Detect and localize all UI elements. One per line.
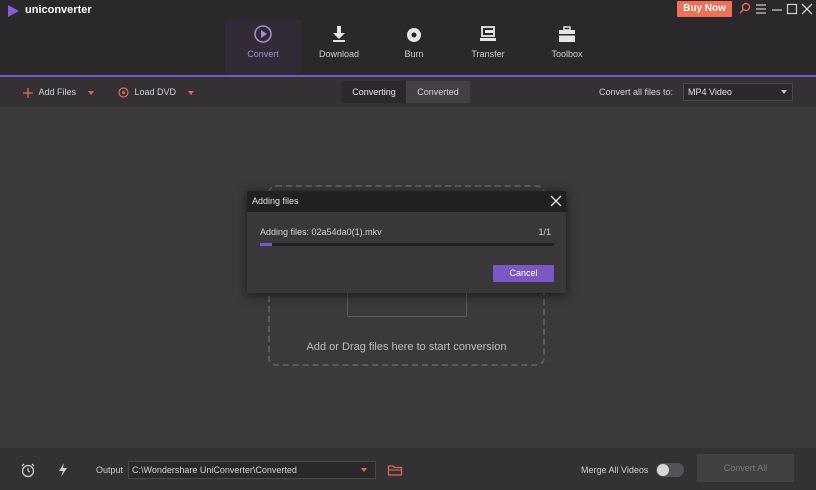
load-dvd-label: Load DVD — [134, 87, 177, 97]
convert-all-to-label: Convert all files to: — [599, 87, 674, 97]
toggle-knob — [657, 464, 669, 476]
buy-now-button[interactable]: Buy Now — [677, 1, 732, 17]
output-format-value: MP4 Video — [688, 87, 732, 97]
chevron-down-icon — [781, 90, 787, 94]
add-files-button[interactable]: Add Files — [23, 85, 95, 99]
tab-download[interactable]: Download — [301, 20, 377, 76]
menu-icon[interactable] — [753, 1, 769, 17]
tab-toolbox-label: Toolbox — [551, 49, 583, 59]
adding-files-dialog: Adding files Adding files: 02a54da0(1).m… — [247, 191, 566, 293]
tab-transfer-label: Transfer — [471, 49, 505, 59]
toolbox-icon — [559, 26, 575, 42]
output-path-select[interactable]: C:\Wondershare UniConverter\Converted — [128, 461, 376, 479]
output-label: Output — [96, 465, 124, 475]
transfer-icon — [480, 26, 496, 41]
output-format-select[interactable]: MP4 Video — [683, 83, 793, 101]
tab-convert[interactable]: Convert — [225, 20, 301, 76]
drop-zone-text: Add or Drag files here to start conversi… — [306, 341, 507, 353]
maximize-icon[interactable] — [784, 1, 800, 17]
tab-converting[interactable]: Converting — [342, 81, 406, 103]
dialog-header: Adding files — [247, 191, 566, 212]
minimize-icon[interactable] — [769, 1, 785, 17]
plus-icon — [23, 87, 33, 98]
convert-all-button[interactable]: Convert All — [697, 454, 794, 482]
tab-convert-label: Convert — [247, 49, 279, 59]
progress-fill — [260, 243, 272, 246]
load-dvd-button[interactable]: Load DVD — [118, 85, 195, 99]
tab-transfer[interactable]: Transfer — [450, 20, 526, 76]
dialog-file-text: Adding files: 02a54da0(1).mkv — [260, 227, 382, 237]
dialog-body: Adding files: 02a54da0(1).mkv 1/1 Cancel — [247, 212, 566, 293]
convert-icon — [254, 25, 272, 43]
app-name: uniconverter — [25, 4, 92, 16]
alarm-clock-icon[interactable] — [20, 462, 36, 478]
progress-bar — [260, 243, 554, 246]
merge-toggle[interactable] — [656, 463, 684, 477]
chevron-down-icon[interactable] — [361, 468, 367, 472]
download-icon — [333, 26, 345, 42]
output-path-value: C:\Wondershare UniConverter\Converted — [132, 465, 297, 475]
tab-toolbox[interactable]: Toolbox — [529, 20, 605, 76]
close-icon[interactable] — [799, 1, 815, 17]
app-logo-icon — [8, 5, 19, 17]
merge-all-videos-label: Merge All Videos — [581, 465, 649, 475]
dialog-count: 1/1 — [538, 227, 551, 237]
folder-icon[interactable] — [387, 462, 403, 478]
close-icon[interactable] — [549, 194, 563, 208]
add-files-label: Add Files — [38, 87, 77, 97]
tab-converted[interactable]: Converted — [406, 81, 470, 103]
tab-download-label: Download — [318, 49, 360, 59]
dialog-title: Adding files — [252, 196, 299, 206]
tab-burn-label: Burn — [404, 49, 424, 59]
search-icon[interactable] — [737, 1, 753, 17]
chevron-down-icon[interactable] — [187, 90, 195, 96]
chevron-down-icon[interactable] — [87, 90, 95, 96]
tab-burn[interactable]: Burn — [376, 20, 452, 76]
burn-icon — [407, 28, 421, 42]
cancel-button[interactable]: Cancel — [493, 265, 554, 282]
dvd-icon — [118, 87, 129, 98]
lightning-icon[interactable] — [55, 462, 71, 478]
